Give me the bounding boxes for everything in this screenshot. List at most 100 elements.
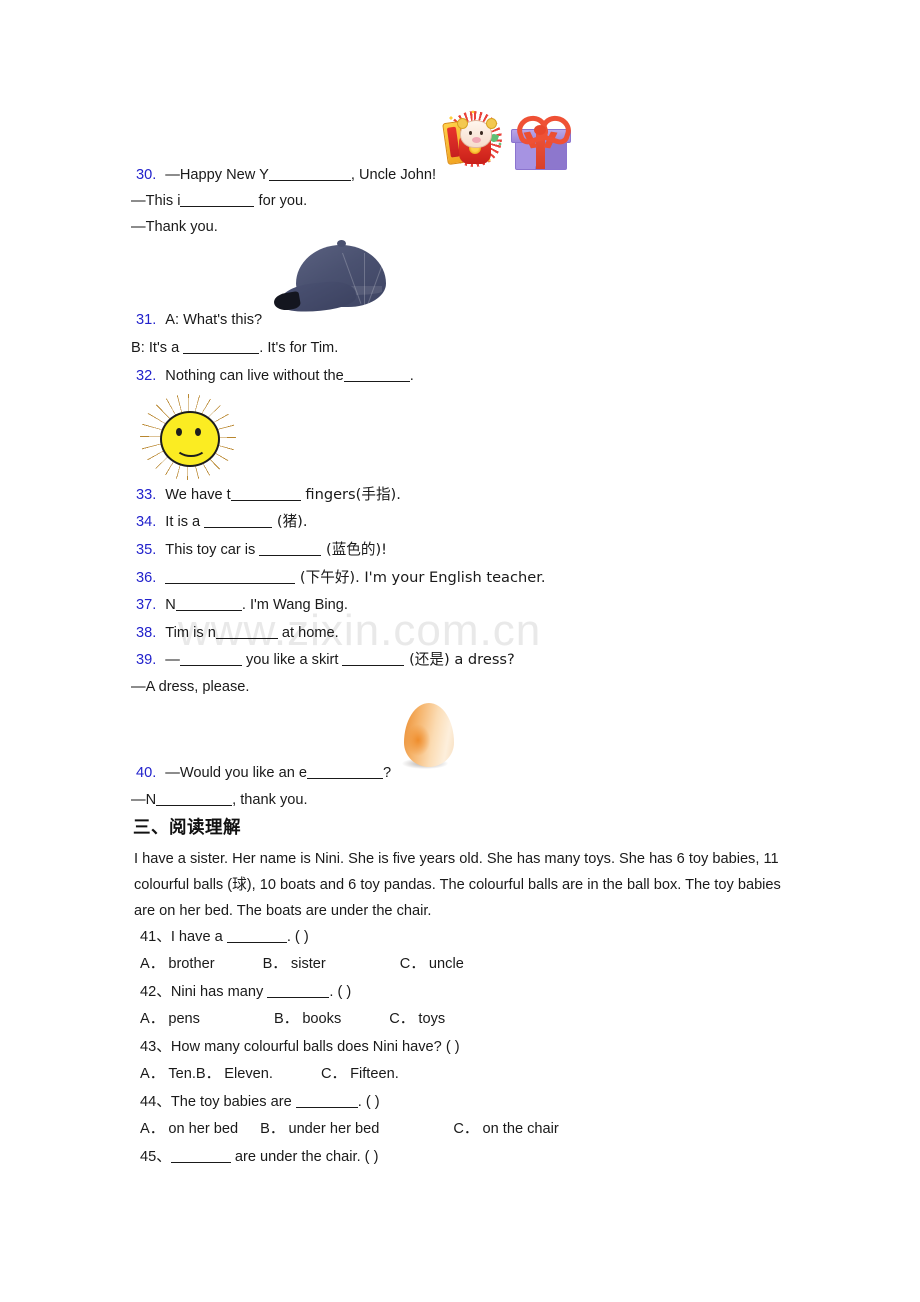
question-42-stem: 42、Nini has many . ( ) xyxy=(140,983,351,1001)
answer-blank[interactable] xyxy=(175,597,242,611)
section-heading-reading: 三、阅读理解 xyxy=(133,818,241,838)
question-40-text-b: ? xyxy=(383,765,392,781)
answer-blank[interactable] xyxy=(295,1094,358,1108)
option-text-b[interactable]: sister xyxy=(291,956,326,972)
answer-blank[interactable] xyxy=(230,487,301,501)
question-35-number: 35. xyxy=(136,542,157,558)
question-42-options: A． pens B． books C． toys xyxy=(140,1010,445,1028)
question-30-line2-text-b: for you. xyxy=(254,193,308,209)
question-31-number: 31. xyxy=(136,312,157,328)
question-31-line2-text-b: . It's for Tim. xyxy=(259,340,339,356)
question-40-line-2: —N , thank you. xyxy=(131,791,308,809)
answer-blank[interactable] xyxy=(307,765,383,779)
answer-blank[interactable] xyxy=(215,625,278,639)
question-42-text-a: Nini has many xyxy=(170,984,268,1000)
question-45-number: 45、 xyxy=(140,1149,171,1165)
question-40-line2-text-b: , thank you. xyxy=(232,792,308,808)
answer-blank[interactable] xyxy=(226,929,287,943)
ox-horn-left xyxy=(457,118,468,129)
option-label-b[interactable]: B． xyxy=(263,956,287,972)
question-40-number: 40. xyxy=(136,765,157,781)
question-33-text-a: We have t xyxy=(165,487,231,503)
ox-eye-left xyxy=(469,131,472,135)
ox-snout xyxy=(472,137,481,143)
worksheet-page: www.zixin.com.cn 30. —Happy New Y, Uncle … xyxy=(0,0,920,1302)
answer-blank[interactable] xyxy=(342,652,405,666)
option-label-c[interactable]: C． xyxy=(389,1011,414,1027)
option-text-b[interactable]: Eleven. xyxy=(224,1066,273,1082)
ox-eye-right xyxy=(480,131,483,135)
option-text-a[interactable]: pens xyxy=(168,1011,200,1027)
option-text-a[interactable]: on her bed xyxy=(168,1121,238,1137)
answer-blank[interactable] xyxy=(165,570,296,584)
question-41-text-a: I have a xyxy=(170,929,227,945)
answer-blank[interactable] xyxy=(268,167,351,181)
answer-blank[interactable] xyxy=(204,514,273,528)
sun-eye-left xyxy=(176,428,182,436)
option-text-a[interactable]: brother xyxy=(168,956,214,972)
question-44-number: 44、 xyxy=(140,1094,171,1110)
question-41-stem: 41、I have a . ( ) xyxy=(140,928,309,946)
question-30-line2-text-a: —This i xyxy=(131,193,181,209)
question-44-text-b: . ( ) xyxy=(357,1094,380,1110)
option-text-a[interactable]: Ten. xyxy=(168,1066,196,1082)
question-30-text-a: —Happy New Y xyxy=(165,167,269,183)
answer-blank[interactable] xyxy=(180,193,255,207)
option-label-c[interactable]: C． xyxy=(321,1066,346,1082)
question-30-text-b: , Uncle John! xyxy=(350,167,437,183)
question-40-line2-text-a: —N xyxy=(131,792,157,808)
question-38-number: 38. xyxy=(136,625,157,641)
option-label-a[interactable]: A． xyxy=(140,1011,164,1027)
option-text-c[interactable]: uncle xyxy=(429,956,464,972)
option-label-b[interactable]: B． xyxy=(274,1011,298,1027)
sun-smile xyxy=(175,436,207,457)
question-44-text-a: The toy babies are xyxy=(170,1094,296,1110)
question-35-text-b: (蓝色的)! xyxy=(321,541,388,558)
question-39-line-2: —A dress, please. xyxy=(131,679,250,695)
question-33-number: 33. xyxy=(136,487,157,503)
question-34-number: 34. xyxy=(136,514,157,530)
answer-blank[interactable] xyxy=(170,1149,231,1163)
question-40-text-a: —Would you like an e xyxy=(165,765,307,781)
option-label-c[interactable]: C． xyxy=(400,956,425,972)
question-35-text-a: This toy car is xyxy=(165,542,260,558)
option-label-b[interactable]: B． xyxy=(260,1121,284,1137)
question-37-number: 37. xyxy=(136,597,157,613)
question-35-line: 35. This toy car is (蓝色的)! xyxy=(136,541,387,559)
answer-blank[interactable] xyxy=(259,542,322,556)
question-30-number: 30. xyxy=(136,167,157,183)
option-label-a[interactable]: A． xyxy=(140,956,164,972)
question-34-text-b: (猪). xyxy=(272,513,308,530)
option-text-c[interactable]: on the chair xyxy=(482,1121,558,1137)
question-41-text-b: . ( ) xyxy=(286,929,309,945)
option-label-a[interactable]: A． xyxy=(140,1121,164,1137)
answer-blank[interactable] xyxy=(343,368,410,382)
question-34-line: 34. It is a (猪). xyxy=(136,513,308,531)
question-45-stem: 45、 are under the chair. ( ) xyxy=(140,1148,378,1166)
cap-seam xyxy=(367,252,387,304)
ox-head xyxy=(457,118,497,148)
option-label-c[interactable]: C． xyxy=(453,1121,478,1137)
question-32-text-a: Nothing can live without the xyxy=(165,368,344,384)
egg-body xyxy=(404,703,454,767)
option-text-b[interactable]: under her bed xyxy=(288,1121,379,1137)
ox-horn-right xyxy=(486,118,497,129)
question-39-line-1: 39. — you like a skirt (还是) a dress? xyxy=(136,651,515,669)
option-text-c[interactable]: Fifteen. xyxy=(350,1066,399,1082)
option-label-b[interactable]: B． xyxy=(196,1066,220,1082)
answer-blank[interactable] xyxy=(267,984,330,998)
question-36-number: 36. xyxy=(136,570,157,586)
chinese-new-year-ox-image xyxy=(442,108,505,170)
question-43-number: 43、 xyxy=(140,1039,171,1055)
option-label-a[interactable]: A． xyxy=(140,1066,164,1082)
question-31-line2-text-a: B: It's a xyxy=(131,340,184,356)
gift-box-image xyxy=(511,112,575,170)
question-34-text-a: It is a xyxy=(165,514,205,530)
question-38-text-b: at home. xyxy=(277,625,339,641)
question-38-line: 38. Tim is n at home. xyxy=(136,624,339,642)
option-text-b[interactable]: books xyxy=(302,1011,341,1027)
answer-blank[interactable] xyxy=(183,340,260,354)
answer-blank[interactable] xyxy=(179,652,242,666)
option-text-c[interactable]: toys xyxy=(418,1011,445,1027)
answer-blank[interactable] xyxy=(156,792,233,806)
